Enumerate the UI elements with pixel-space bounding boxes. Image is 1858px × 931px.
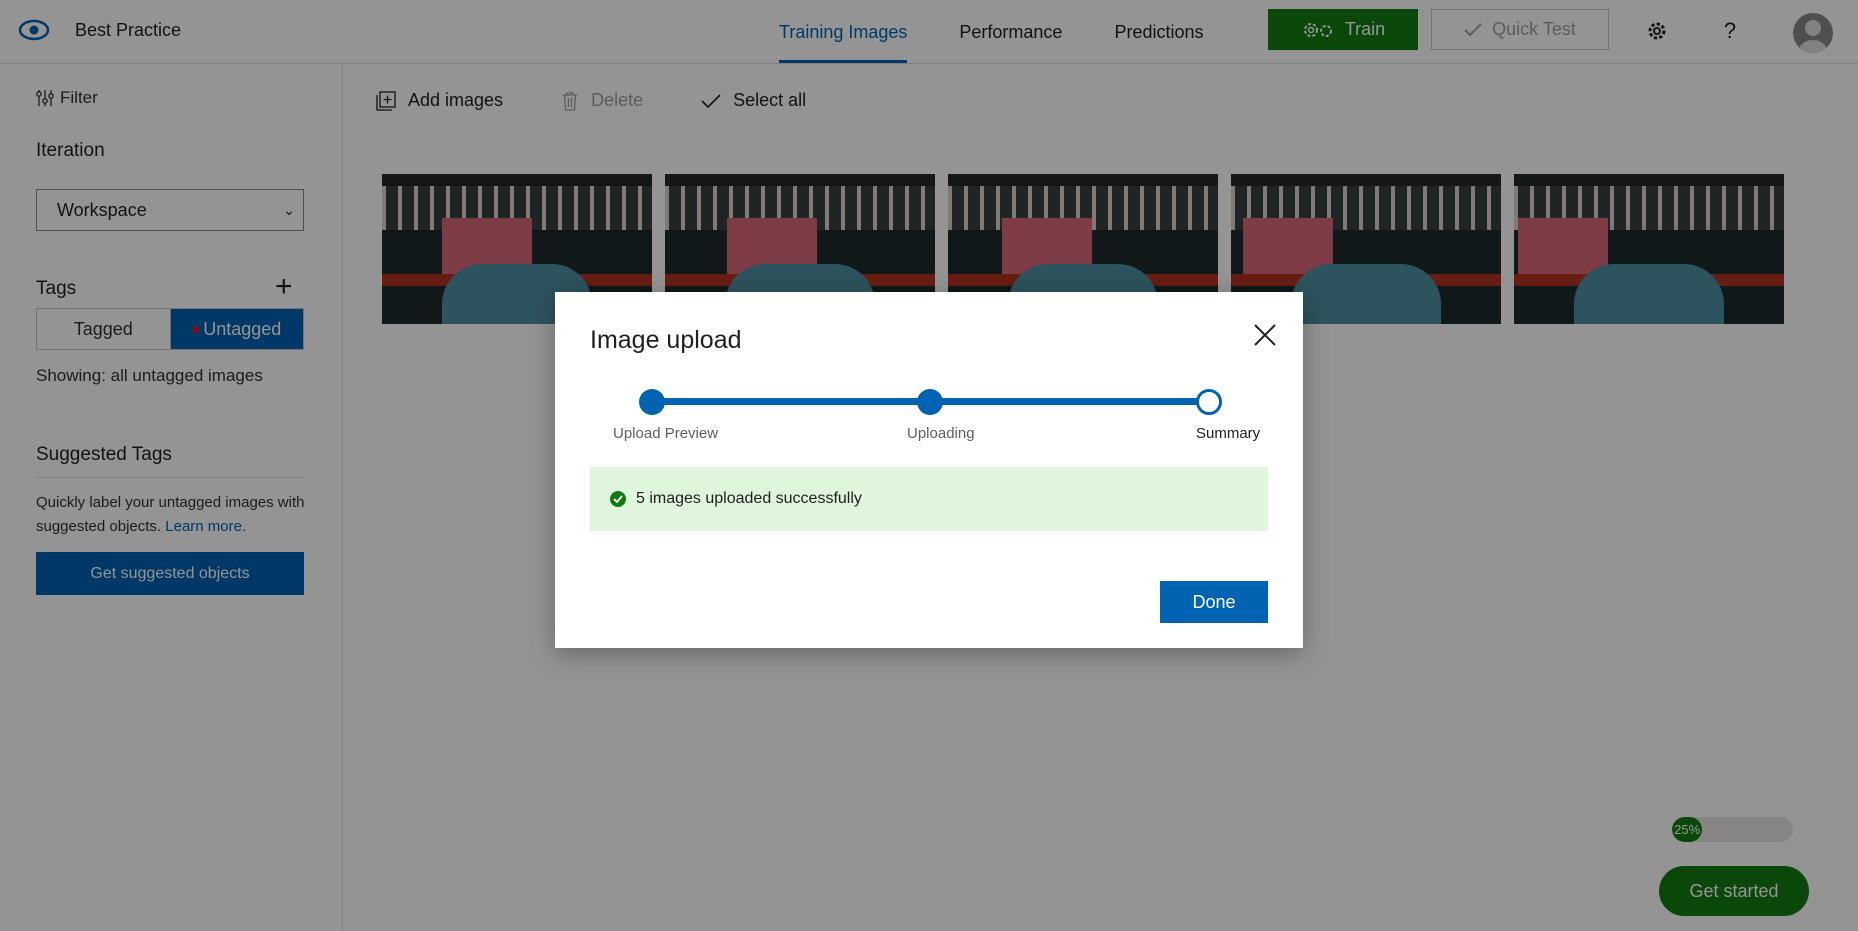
step-label-summary: Summary <box>1196 425 1261 442</box>
done-button[interactable]: Done <box>1160 581 1268 623</box>
step-node-summary <box>1196 389 1222 415</box>
upload-stepper: Upload Preview Uploading Summary <box>590 387 1268 447</box>
step-node-uploading <box>917 389 943 415</box>
success-message-bar: 5 images uploaded successfully <box>590 467 1268 531</box>
step-node-upload-preview <box>639 389 665 415</box>
dialog-title: Image upload <box>590 326 742 354</box>
success-message: 5 images uploaded successfully <box>636 490 862 507</box>
step-label-upload-preview: Upload Preview <box>613 425 719 442</box>
close-icon[interactable] <box>1252 322 1278 348</box>
image-upload-dialog: Image upload Upload Preview Uploading Su… <box>555 292 1303 648</box>
success-check-icon <box>610 491 626 507</box>
step-label-uploading: Uploading <box>907 425 975 442</box>
